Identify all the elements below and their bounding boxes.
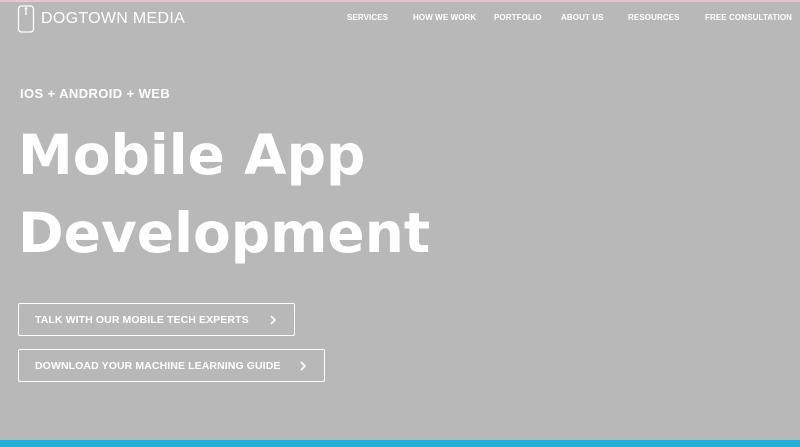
download-ml-guide-label: DOWNLOAD YOUR MACHINE LEARNING GUIDE (35, 359, 281, 372)
hero-headline-line-1: Mobile App (18, 123, 366, 187)
download-ml-guide-button[interactable]: DOWNLOAD YOUR MACHINE LEARNING GUIDE (18, 349, 325, 382)
top-accent-line (0, 0, 800, 2)
main-navigation: SERVICES HOW WE WORK PORTFOLIO ABOUT US … (0, 13, 800, 27)
chevron-right-icon (270, 315, 277, 325)
nav-item-resources[interactable]: RESOURCES (628, 13, 680, 22)
nav-item-portfolio[interactable]: PORTFOLIO (494, 13, 542, 22)
hero-eyebrow: IOS + ANDROID + WEB (20, 86, 171, 101)
nav-item-about-us[interactable]: ABOUT US (561, 13, 604, 22)
nav-item-services[interactable]: SERVICES (347, 13, 388, 22)
chevron-right-icon (300, 361, 307, 371)
hero-headline-line-2: Development (18, 201, 431, 265)
nav-item-free-consultation[interactable]: FREE CONSULTATION (705, 13, 792, 22)
nav-item-how-we-work[interactable]: HOW WE WORK (413, 13, 476, 22)
talk-with-experts-button[interactable]: TALK WITH OUR MOBILE TECH EXPERTS (18, 303, 295, 336)
hero-headline: Mobile App Development (18, 116, 518, 272)
talk-with-experts-label: TALK WITH OUR MOBILE TECH EXPERTS (35, 313, 249, 326)
bottom-accent-bar (0, 440, 800, 447)
